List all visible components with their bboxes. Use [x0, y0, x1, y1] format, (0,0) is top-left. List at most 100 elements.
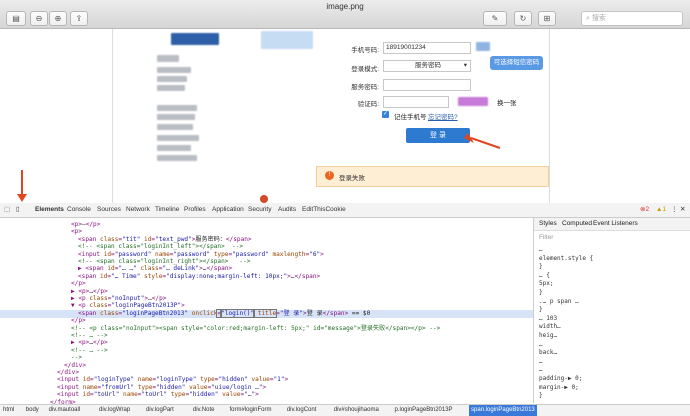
breadcrumb-item[interactable]: div.Note — [193, 405, 215, 416]
code-token: "登 录" — [279, 309, 304, 317]
code-token: "display:none;margin-left: 10px;" — [166, 272, 288, 280]
tab-application[interactable]: Application — [212, 203, 244, 217]
tab-sources[interactable]: Sources — [97, 203, 121, 217]
code-token: value — [218, 391, 241, 399]
code-token: <input — [57, 376, 83, 384]
breadcrumb-item[interactable]: body — [26, 405, 39, 416]
code-token: type — [210, 250, 229, 258]
error-count-icon[interactable]: ⊗2 — [640, 203, 649, 217]
code-token: "hidden" — [156, 383, 186, 391]
code-token: class — [89, 295, 108, 302]
tab-computed[interactable]: Computed — [562, 218, 592, 230]
style-rule-line: } — [539, 306, 543, 314]
breadcrumb-item[interactable]: div#shoujihaoma — [334, 405, 379, 416]
tab-console[interactable]: Console — [67, 203, 91, 217]
code-token: ▶ <p> — [71, 287, 90, 295]
breadcrumb-item[interactable]: div.logPart — [146, 405, 174, 416]
code-token: > — [262, 383, 267, 391]
style-rule-line: } — [539, 289, 543, 296]
code-token: "password" — [114, 250, 152, 258]
code-token: </p> — [93, 287, 108, 295]
more-options-icon[interactable]: ⋮ — [671, 203, 678, 217]
code-token: <span — [78, 235, 101, 243]
code-token: </span> — [225, 235, 252, 243]
code-token: "… deLink" — [162, 265, 200, 273]
breadcrumb: html body div.mautoall div.logWrap div.logPa… — [0, 404, 690, 416]
inspect-icon[interactable]: ⬚ — [4, 203, 10, 217]
code-token: == $0 — [348, 309, 371, 317]
warning-count-icon[interactable]: ▲1 — [656, 203, 666, 217]
code-token: "loginType" — [93, 376, 135, 384]
style-rule-line: heig… — [539, 332, 558, 339]
code-token: <input — [57, 391, 83, 399]
tab-editthiscookie[interactable]: EditThisCookie — [302, 203, 346, 217]
code-token: class — [100, 309, 119, 317]
code-token: <!-- <span class="loginInt_left"></span>… — [78, 243, 244, 251]
tab-profiles[interactable]: Profiles — [184, 203, 206, 217]
style-rule-line: } — [539, 392, 543, 400]
style-rule-line: 5px; — [539, 280, 554, 288]
code-token: > — [181, 302, 185, 310]
breadcrumb-item[interactable]: div.mautoall — [49, 405, 81, 416]
dom-tree[interactable]: <p>–</p> <p> <span class="tit" id="text_pw… — [0, 218, 610, 406]
code-token: "1" — [273, 376, 285, 384]
code-token: </div> — [57, 369, 80, 376]
code-token: "loginPageBtn2013P" — [111, 302, 182, 310]
code-token: "… …" — [118, 265, 137, 273]
device-icon[interactable]: ▯ — [16, 203, 20, 217]
annotation-arrowhead-devtools — [17, 194, 27, 202]
code-token: id — [82, 376, 91, 384]
code-token: "password" — [173, 250, 211, 258]
code-token: </span> — [294, 272, 321, 280]
tab-event-listeners[interactable]: Event Listeners — [593, 218, 638, 230]
breadcrumb-item[interactable]: html — [3, 405, 14, 416]
code-token: class — [100, 235, 119, 243]
breadcrumb-item[interactable]: div.logWrap — [99, 405, 130, 416]
code-token: </p> — [71, 317, 86, 325]
code-token: ▼ <p — [71, 302, 90, 310]
code-token: name — [82, 383, 98, 391]
breadcrumb-item[interactable]: div.logCont — [287, 405, 317, 416]
code-token: <p> — [71, 221, 83, 228]
styles-pane: Styles Computed Event Listeners Filter …… — [533, 218, 690, 403]
code-token: "loginType" — [156, 376, 197, 384]
code-token: </span> — [206, 265, 233, 273]
annotation-arrow-login — [470, 137, 501, 149]
style-rule-line: … — [539, 366, 543, 374]
code-token: id — [107, 265, 115, 273]
breadcrumb-item[interactable]: form#loginForm — [230, 405, 272, 416]
code-token: <p> — [71, 228, 83, 236]
code-token: class — [136, 265, 159, 273]
code-token: name — [119, 391, 138, 399]
code-token: "6" — [309, 250, 321, 258]
code-token: <!-- <p class="noInput"><span style="col… — [71, 324, 441, 332]
code-token: </p> — [85, 221, 101, 228]
styles-filter-input[interactable]: Filter — [539, 234, 553, 241]
breadcrumb-item[interactable]: span.loginPageBtn2013 — [469, 405, 537, 416]
code-token: ▶ <p> — [71, 339, 90, 347]
code-token: "uiue/login …" — [211, 383, 263, 391]
style-rule-line: width… — [539, 323, 561, 331]
tab-network[interactable]: Network — [126, 203, 150, 217]
tab-elements[interactable]: Elements — [35, 203, 64, 217]
tab-styles[interactable]: Styles — [539, 218, 557, 230]
code-token: "noInput" — [111, 295, 145, 302]
devtools-tab-bar: ⬚ ▯ Elements Console Sources Network Tim… — [0, 203, 690, 218]
code-token: type — [167, 391, 186, 399]
error-count: 2 — [645, 206, 650, 213]
code-token: id — [103, 250, 112, 258]
style-rule-line: margin-▶ 0; — [539, 383, 579, 391]
code-token: </p> — [71, 280, 86, 288]
tab-security[interactable]: Security — [248, 203, 271, 217]
code-token: </p> — [151, 295, 167, 302]
style-rule-line: padding-▶ 0; — [539, 375, 583, 382]
code-token: id — [140, 235, 152, 243]
close-icon[interactable]: ✕ — [680, 203, 685, 217]
code-token: "… Time" — [111, 272, 141, 280]
code-token: "toUrl" — [93, 391, 120, 399]
breadcrumb-item[interactable]: p.loginPageBtn2013P — [395, 405, 453, 416]
tab-audits[interactable]: Audits — [278, 203, 296, 217]
code-token: value — [247, 376, 270, 384]
style-rule-line: … { — [539, 271, 550, 279]
tab-timeline[interactable]: Timeline — [155, 203, 179, 217]
